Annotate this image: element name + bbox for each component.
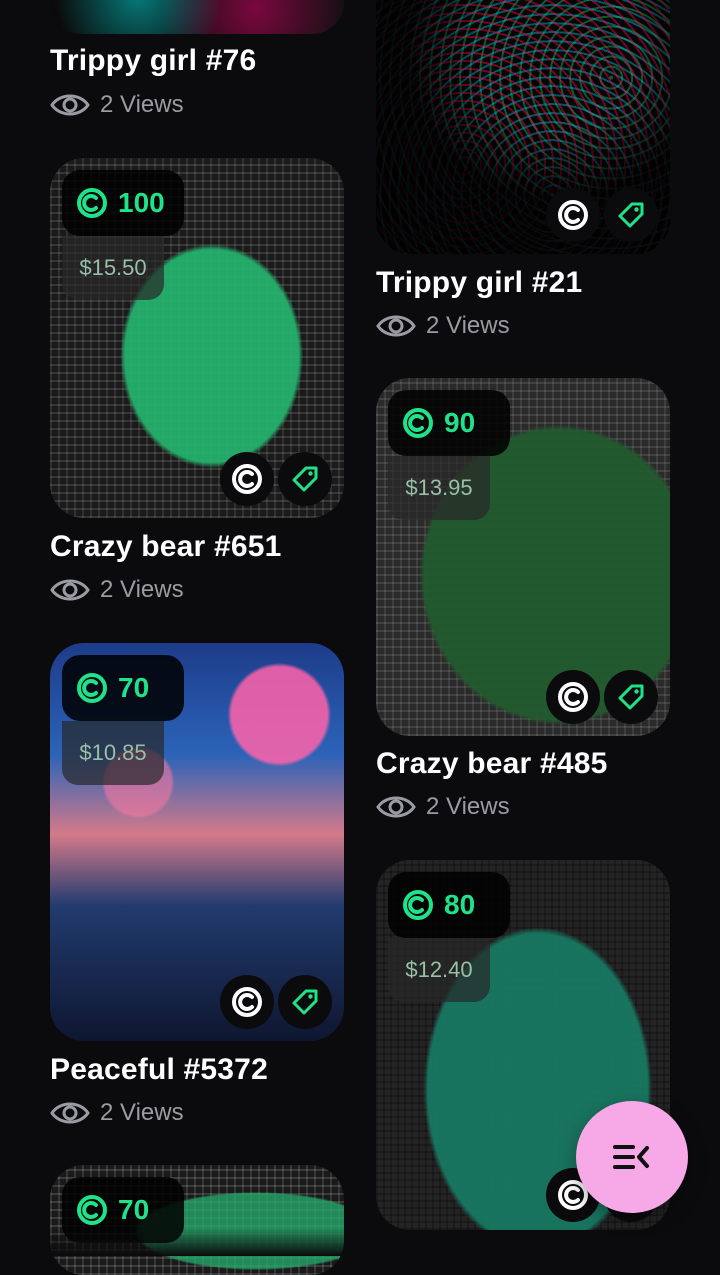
copyright-button[interactable] xyxy=(220,975,274,1029)
views-row: 2 Views xyxy=(50,89,184,121)
eye-icon xyxy=(50,579,90,601)
views-count: 2 Views xyxy=(100,576,184,603)
points-value: 100 xyxy=(118,187,165,218)
tag-button[interactable] xyxy=(604,188,658,242)
coin-c-icon xyxy=(77,673,107,703)
coin-c-icon xyxy=(77,188,107,218)
nft-card-peaceful-5372[interactable]: 70 $10.85 xyxy=(50,643,344,1041)
menu-fab-button[interactable] xyxy=(576,1101,688,1213)
copyright-icon xyxy=(558,200,588,230)
card-actions xyxy=(546,670,658,724)
tag-icon xyxy=(618,684,644,710)
tag-button[interactable] xyxy=(278,452,332,506)
price-label: $13.95 xyxy=(388,456,490,520)
card-actions xyxy=(546,188,658,242)
views-row: 2 Views xyxy=(376,310,510,342)
tag-icon xyxy=(292,989,318,1015)
points-value: 70 xyxy=(118,1194,150,1225)
copyright-button[interactable] xyxy=(546,670,600,724)
nft-title: Trippy girl #21 xyxy=(376,266,583,299)
eye-icon xyxy=(376,315,416,337)
views-row: 2 Views xyxy=(50,1097,184,1129)
bottom-fade xyxy=(0,1228,720,1256)
copyright-button[interactable] xyxy=(546,188,600,242)
points-badge: 70 xyxy=(62,655,184,721)
tag-icon xyxy=(292,466,318,492)
tag-button[interactable] xyxy=(604,670,658,724)
copyright-icon xyxy=(558,682,588,712)
coin-c-icon xyxy=(403,408,433,438)
nft-card-trippy-girl-76[interactable] xyxy=(50,0,344,34)
price-label: $12.40 xyxy=(388,938,490,1002)
eye-icon xyxy=(376,796,416,818)
views-count: 2 Views xyxy=(426,312,510,339)
nft-title: Peaceful #5372 xyxy=(50,1053,268,1086)
nft-title: Crazy bear #651 xyxy=(50,530,282,563)
nft-image xyxy=(50,0,344,34)
coin-c-icon xyxy=(403,890,433,920)
coin-c-icon xyxy=(77,1195,107,1225)
points-badge: 90 xyxy=(388,390,510,456)
views-count: 2 Views xyxy=(100,1099,184,1126)
views-count: 2 Views xyxy=(426,793,510,820)
copyright-icon xyxy=(232,464,262,494)
tag-icon xyxy=(618,202,644,228)
menu-collapse-icon xyxy=(613,1145,649,1169)
eye-icon xyxy=(50,1102,90,1124)
points-value: 80 xyxy=(444,889,476,920)
price-label: $15.50 xyxy=(62,236,164,300)
card-actions xyxy=(220,975,332,1029)
views-row: 2 Views xyxy=(50,574,184,606)
nft-card-crazy-bear-485[interactable]: 90 $13.95 xyxy=(376,378,670,736)
points-badge: 100 xyxy=(62,170,184,236)
nft-title: Trippy girl #76 xyxy=(50,44,257,77)
copyright-icon xyxy=(232,987,262,1017)
price-label: $10.85 xyxy=(62,721,164,785)
nft-card-partial[interactable]: 70 xyxy=(50,1165,344,1275)
points-value: 90 xyxy=(444,407,476,438)
tag-button[interactable] xyxy=(278,975,332,1029)
eye-icon xyxy=(50,94,90,116)
card-actions xyxy=(220,452,332,506)
nft-title: Crazy bear #485 xyxy=(376,747,608,780)
points-badge: 80 xyxy=(388,872,510,938)
views-row: 2 Views xyxy=(376,791,510,823)
views-count: 2 Views xyxy=(100,91,184,118)
points-value: 70 xyxy=(118,672,150,703)
nft-card-trippy-girl-21[interactable] xyxy=(376,0,670,254)
copyright-button[interactable] xyxy=(220,452,274,506)
nft-card-crazy-bear-651[interactable]: 100 $15.50 xyxy=(50,158,344,518)
